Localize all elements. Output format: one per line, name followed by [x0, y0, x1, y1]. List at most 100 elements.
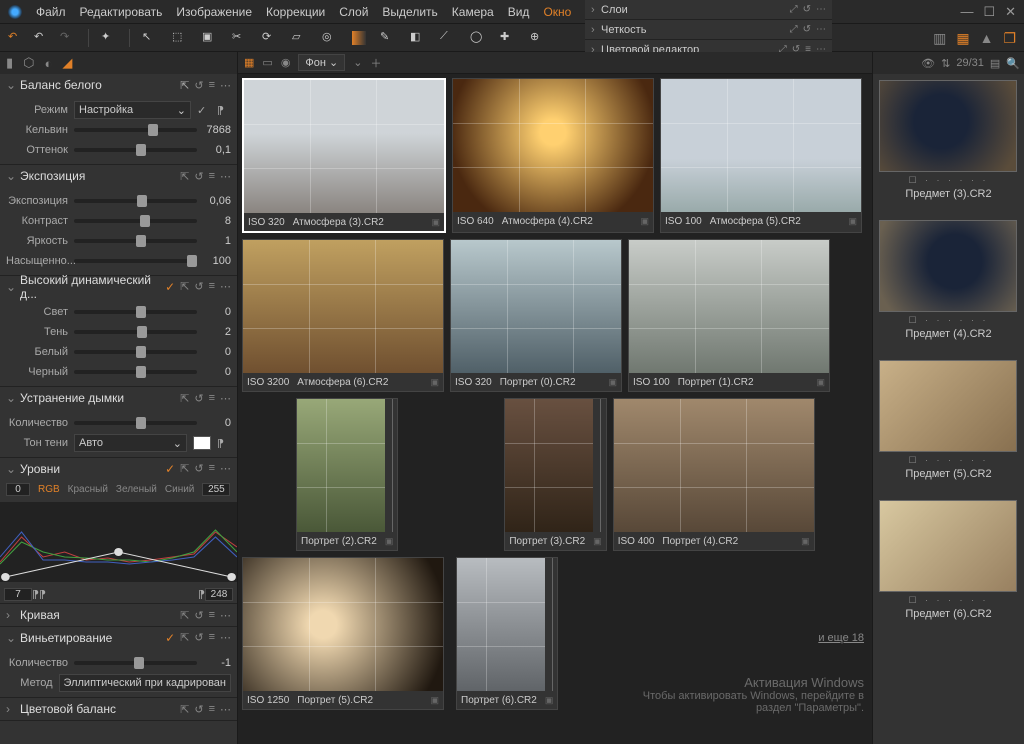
thumbnail[interactable]: ISO 320Портрет (0).CR2▣ [450, 239, 622, 392]
menu-corrections[interactable]: Коррекции [266, 5, 325, 19]
picker-icon[interactable]: ✓ [197, 104, 211, 117]
levels-histogram[interactable] [0, 502, 237, 582]
brush-icon[interactable]: ✎ [380, 30, 396, 46]
thumbnail[interactable]: ISO 100Портрет (1).CR2▣ [628, 239, 830, 392]
gradient-icon[interactable] [352, 31, 366, 45]
menu-image[interactable]: Изображение [176, 5, 252, 19]
black-picker-icon[interactable]: ⁋ [32, 588, 39, 601]
filmstrip-thumbnail[interactable]: ☐ · · · · · ·Предмет (4).CR2 [879, 220, 1018, 340]
dehaze-slider[interactable] [74, 421, 197, 425]
list-view-icon[interactable]: ◉ [281, 56, 291, 69]
panel-layers[interactable]: ›Слои ⤢↺⋯ [585, 0, 832, 20]
more-link[interactable]: и еще 18 [818, 632, 864, 644]
tab-exposure-icon[interactable]: ◢ [62, 55, 72, 71]
tab-lens-icon[interactable]: ⬡ [23, 55, 34, 71]
layer-combo[interactable]: Фон ⌄ [298, 54, 345, 71]
wand-icon[interactable]: ✦ [101, 30, 117, 46]
filmstrip-view-icon[interactable]: ▭ [262, 56, 272, 69]
thumbnail[interactable]: ISO 1250Портрет (5).CR2▣ [242, 557, 444, 710]
layout2-icon[interactable]: ▦ [956, 30, 969, 47]
kelvin-slider[interactable] [74, 128, 197, 132]
menu-window[interactable]: Окно [543, 5, 571, 19]
grid-view-icon[interactable]: ▦ [244, 56, 254, 69]
search-icon[interactable]: 🔍 [1006, 57, 1020, 70]
levels-low-input[interactable] [6, 483, 30, 496]
styles-icon[interactable]: ▣ [202, 30, 218, 46]
keystone-icon[interactable]: ▱ [292, 30, 308, 46]
chevron-down-icon[interactable]: ⌄ [353, 56, 362, 69]
undo-icon[interactable]: ↶ [8, 30, 24, 46]
minimize-icon[interactable]: — [960, 4, 973, 20]
reset-icon[interactable]: ↺ [803, 4, 811, 15]
levels-blue-tab[interactable]: Синий [165, 484, 195, 495]
exposure-slider[interactable] [74, 199, 197, 203]
shadow-slider[interactable] [74, 330, 197, 334]
tab-library-icon[interactable]: ▮ [6, 55, 13, 71]
thumbnail[interactable]: ISO 3200Атмосфера (6).CR2▣ [242, 239, 444, 392]
wb-mode-combo[interactable]: Настройка⌄ [74, 101, 191, 119]
tab-color-icon[interactable]: ◐ [45, 56, 53, 71]
menu-camera[interactable]: Камера [452, 5, 494, 19]
filmstrip-thumbnail[interactable]: ☐ · · · · · ·Предмет (3).CR2 [879, 80, 1018, 200]
reset-icon[interactable]: ↺ [194, 79, 203, 92]
check-icon[interactable]: ✓ [165, 280, 175, 294]
maximize-icon[interactable]: ☐ [983, 4, 995, 20]
dehaze-tone-combo[interactable]: Авто⌄ [74, 434, 187, 452]
thumbnail[interactable]: Портрет (2).CR2▣ [296, 398, 398, 551]
thumbnail[interactable]: ISO 320Атмосфера (3).CR2▣ [242, 78, 446, 233]
gray-picker-icon[interactable]: ⁋ [39, 588, 46, 601]
menu-icon[interactable]: ≡ [209, 79, 215, 92]
levels-high-input[interactable] [202, 483, 230, 496]
menu-icon[interactable]: ⋯ [816, 4, 826, 15]
shape-icon[interactable]: ⬚ [172, 30, 188, 46]
tone-swatch[interactable] [193, 436, 211, 450]
crop-icon[interactable]: ✂ [232, 30, 248, 46]
light-slider[interactable] [74, 310, 197, 314]
thumbnail[interactable]: ISO 100Атмосфера (5).CR2▣ [660, 78, 862, 233]
erase-icon[interactable]: ◧ [410, 30, 426, 46]
white-slider[interactable] [74, 350, 197, 354]
pin-icon[interactable]: ⇱ [180, 79, 189, 92]
spot-icon[interactable]: ◎ [322, 30, 338, 46]
close-icon[interactable]: ✕ [1005, 4, 1016, 20]
radial-icon[interactable]: ◯ [470, 30, 486, 46]
tone-picker-icon[interactable]: ⁋ [217, 437, 231, 450]
menu-layer[interactable]: Слой [339, 5, 368, 19]
eyedropper-icon[interactable]: ⁋ [217, 104, 231, 117]
brightness-slider[interactable] [74, 239, 197, 243]
menu-edit[interactable]: Редактировать [80, 5, 163, 19]
undo2-icon[interactable]: ↶ [34, 30, 50, 46]
menu-file[interactable]: Файл [36, 5, 66, 19]
panel-sharpness[interactable]: ›Четкость ⤢↺⋯ [585, 20, 832, 40]
filmstrip-thumbnail[interactable]: ☐ · · · · · ·Предмет (5).CR2 [879, 360, 1018, 480]
warning-icon[interactable]: ▲ [980, 30, 994, 47]
filmstrip-thumbnail[interactable]: ☐ · · · · · ·Предмет (6).CR2 [879, 500, 1018, 620]
black-slider[interactable] [74, 370, 197, 374]
thumbnail[interactable]: Портрет (3).CR2▣ [504, 398, 606, 551]
thumbnail[interactable]: Портрет (6).CR2▣ [456, 557, 558, 710]
saturation-slider[interactable] [74, 259, 197, 263]
sort-icon[interactable]: ⇅ [941, 57, 950, 70]
menu-view[interactable]: Вид [508, 5, 530, 19]
pointer-icon[interactable]: ↖ [142, 30, 158, 46]
add-icon[interactable]: ＋ [370, 55, 381, 71]
levels-red-tab[interactable]: Красный [68, 484, 108, 495]
linear-icon[interactable]: ⟋ [440, 30, 456, 46]
section-curve[interactable]: ›Кривая⇱↺≡⋯ [0, 604, 237, 627]
vignette-slider[interactable] [74, 661, 197, 665]
out-high-input[interactable] [205, 588, 233, 601]
contrast-slider[interactable] [74, 219, 197, 223]
redo-icon[interactable]: ↷ [60, 30, 76, 46]
export-icon[interactable]: ❐ [1003, 30, 1016, 47]
thumbnail[interactable]: ISO 400Портрет (4).CR2▣ [613, 398, 815, 551]
levels-rgb-tab[interactable]: RGB [38, 484, 60, 495]
layout1-icon[interactable]: ▥ [933, 30, 946, 47]
clone-icon[interactable]: ⊕ [530, 30, 546, 46]
straighten-icon[interactable]: ⟳ [262, 30, 278, 46]
levels-green-tab[interactable]: Зеленый [116, 484, 157, 495]
section-color-balance[interactable]: ›Цветовой баланс⇱↺≡⋯ [0, 698, 237, 721]
menu-select[interactable]: Выделить [382, 5, 437, 19]
expand-icon[interactable]: ⤢ [790, 4, 798, 15]
vignette-method-combo[interactable]: Эллиптический при кадрирован [59, 674, 231, 692]
out-low-input[interactable] [4, 588, 32, 601]
